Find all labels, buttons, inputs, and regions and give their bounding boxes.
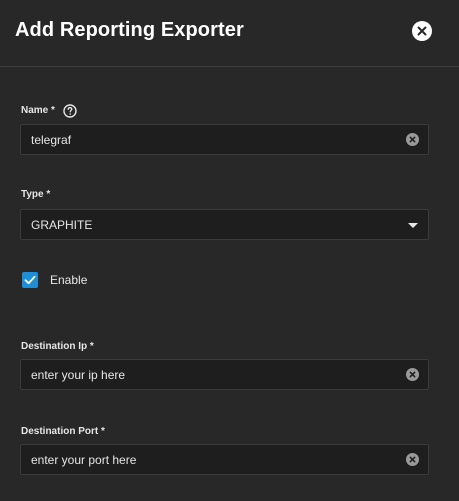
clear-icon[interactable] xyxy=(406,368,419,381)
type-select[interactable]: GRAPHITE xyxy=(20,209,429,240)
close-icon xyxy=(417,26,427,36)
destination-ip-label: Destination Ip * xyxy=(21,341,94,352)
enable-checkbox[interactable] xyxy=(22,272,38,288)
destination-ip-input[interactable]: enter your ip here xyxy=(20,359,429,390)
enable-label: Enable xyxy=(50,273,88,287)
name-label: Name * xyxy=(21,105,55,116)
dialog-title: Add Reporting Exporter xyxy=(15,19,244,41)
check-icon xyxy=(24,275,36,285)
destination-port-input-value: enter your port here xyxy=(31,453,137,467)
help-icon[interactable] xyxy=(63,104,77,118)
chevron-down-icon xyxy=(408,223,418,228)
type-select-value: GRAPHITE xyxy=(31,218,93,232)
dialog-header: Add Reporting Exporter xyxy=(0,0,459,67)
name-input[interactable]: telegraf xyxy=(20,124,429,155)
name-input-value: telegraf xyxy=(31,133,72,147)
add-reporting-exporter-dialog: Add Reporting Exporter Name * telegraf T… xyxy=(0,0,459,501)
clear-icon[interactable] xyxy=(406,453,419,466)
close-button[interactable] xyxy=(412,21,432,41)
destination-port-label: Destination Port * xyxy=(21,426,105,437)
clear-icon[interactable] xyxy=(406,133,419,146)
destination-ip-input-value: enter your ip here xyxy=(31,368,126,382)
type-label: Type * xyxy=(21,189,51,200)
destination-port-input[interactable]: enter your port here xyxy=(20,444,429,475)
